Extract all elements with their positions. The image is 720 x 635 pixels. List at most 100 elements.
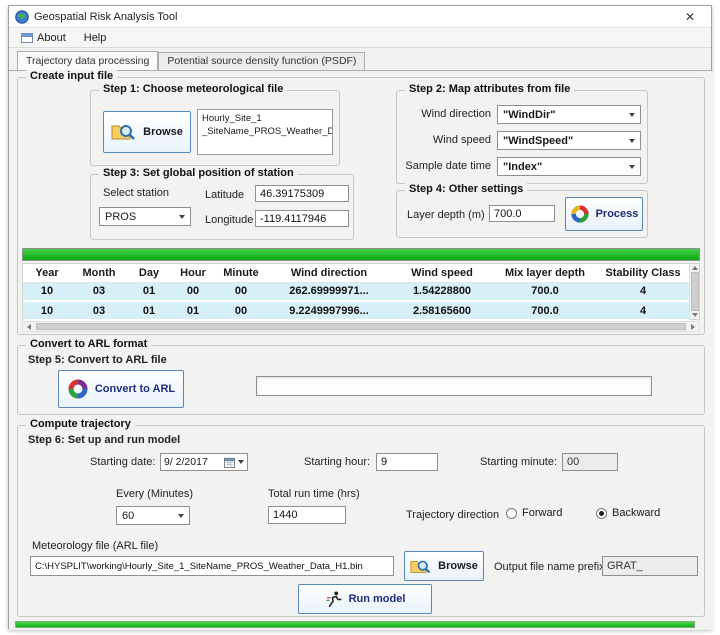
wind-speed-label: Wind speed [403, 134, 491, 146]
col-mix-layer-depth[interactable]: Mix layer depth [493, 264, 597, 282]
scroll-right-button[interactable] [687, 322, 699, 331]
title-bar: Geospatial Risk Analysis Tool ✕ [9, 6, 711, 28]
wind-direction-select[interactable]: "WindDir" [497, 105, 641, 124]
cell: 700.0 [493, 282, 597, 301]
folder-search-icon [111, 122, 137, 142]
runner-icon [325, 590, 343, 608]
tab-strip: Trajectory data processing Potential sou… [17, 52, 365, 71]
col-year[interactable]: Year [23, 264, 71, 282]
col-stability-class[interactable]: Stability Class [597, 264, 689, 282]
meteorology-file-field[interactable] [30, 556, 394, 576]
layer-depth-field[interactable] [489, 205, 555, 222]
starting-date-picker[interactable]: 9/ 2/2017 [160, 453, 248, 471]
sample-date-time-select[interactable]: "Index" [497, 157, 641, 176]
cell: 2.58165600 [391, 301, 493, 320]
longitude-label: Longitude [205, 214, 253, 226]
weather-data-grid[interactable]: Year Month Day Hour Minute Wind directio… [23, 264, 689, 321]
backward-radio-label: Backward [612, 507, 660, 519]
wind-direction-value: "WindDir" [503, 109, 556, 121]
cell: 700.0 [493, 301, 597, 320]
starting-date-value: 9/ 2/2017 [164, 456, 221, 468]
menu-help[interactable]: Help [76, 30, 115, 46]
step5-title: Step 5: Convert to ARL file [28, 354, 167, 366]
cell: 10 [23, 282, 71, 301]
starting-minute-field [562, 453, 618, 471]
forward-radio-label: Forward [522, 507, 562, 519]
browse-arl-file-button[interactable]: Browse [404, 551, 484, 581]
app-window: Geospatial Risk Analysis Tool ✕ About He… [8, 5, 712, 629]
run-model-button[interactable]: Run model [298, 584, 432, 614]
select-station-label: Select station [103, 187, 169, 199]
col-minute[interactable]: Minute [215, 264, 267, 282]
table-horizontal-scrollbar[interactable] [22, 321, 700, 332]
meteorological-file-field[interactable]: Hourly_Site_1 _SiteName_PROS_Weather_Dat… [197, 109, 333, 155]
table-header-row: Year Month Day Hour Minute Wind directio… [23, 264, 689, 282]
col-hour[interactable]: Hour [171, 264, 215, 282]
output-prefix-label: Output file name prefix [494, 561, 605, 573]
col-wind-direction[interactable]: Wind direction [267, 264, 391, 282]
total-run-time-field[interactable] [268, 506, 346, 524]
backward-radio[interactable]: Backward [596, 507, 660, 519]
process-pinwheel-icon [570, 204, 590, 224]
create-input-file-group: Create input file Step 1: Choose meteoro… [17, 77, 705, 335]
chevron-down-icon [238, 460, 244, 464]
scroll-up-icon[interactable] [692, 266, 698, 270]
starting-hour-field[interactable] [376, 453, 438, 471]
output-prefix-field[interactable] [602, 556, 698, 576]
compute-trajectory-group: Compute trajectory Step 6: Set up and ru… [17, 425, 705, 617]
cell: 4 [597, 282, 689, 301]
cell: 1.54228800 [391, 282, 493, 301]
longitude-field[interactable] [255, 210, 349, 227]
tab-trajectory-data-processing[interactable]: Trajectory data processing [17, 51, 158, 70]
meteorological-file-line1: Hourly_Site_1 [202, 113, 328, 126]
process-button-label: Process [596, 208, 639, 220]
cell: 00 [215, 301, 267, 320]
convert-arl-title: Convert to ARL format [26, 338, 151, 350]
convert-to-arl-button[interactable]: Convert to ARL [58, 370, 184, 408]
meteorological-file-line2: _SiteName_PROS_Weather_Data.csv [202, 126, 328, 139]
station-select[interactable]: PROS [99, 207, 191, 226]
step3-group: Step 3: Set global position of station S… [90, 174, 354, 240]
step2-group: Step 2: Map attributes from file Wind di… [396, 90, 648, 184]
compute-trajectory-title: Compute trajectory [26, 418, 135, 430]
scroll-left-button[interactable] [23, 322, 35, 331]
meteorology-file-label: Meteorology file (ARL file) [32, 540, 158, 552]
cell: 01 [127, 282, 171, 301]
window-title: Geospatial Risk Analysis Tool [34, 11, 177, 23]
process-button[interactable]: Process [565, 197, 643, 231]
cell: 00 [215, 282, 267, 301]
every-minutes-select[interactable]: 60 [116, 506, 190, 525]
layer-depth-label: Layer depth (m) [407, 209, 485, 221]
browse-meteorological-file-button[interactable]: Browse [103, 111, 191, 153]
vertical-scroll-thumb[interactable] [691, 272, 699, 311]
tab-psdf[interactable]: Potential source density function (PSDF) [158, 52, 365, 71]
horizontal-scroll-thumb[interactable] [36, 323, 686, 330]
table-vertical-scrollbar[interactable] [689, 264, 699, 319]
cell: 03 [71, 301, 127, 320]
starting-minute-label: Starting minute: [480, 456, 557, 468]
every-minutes-label: Every (Minutes) [116, 488, 193, 500]
latitude-field[interactable] [255, 185, 349, 202]
table-row[interactable]: 10 03 01 01 00 9.2249997996... 2.5816560… [23, 301, 689, 320]
convert-arl-group: Convert to ARL format Step 5: Convert to… [17, 345, 705, 415]
forward-radio[interactable]: Forward [506, 507, 562, 519]
table-row[interactable]: 10 03 01 00 00 262.69999971... 1.5422880… [23, 282, 689, 301]
menu-bar: About Help [9, 28, 711, 48]
close-icon[interactable]: ✕ [675, 6, 705, 27]
menu-help-label: Help [84, 32, 107, 44]
col-day[interactable]: Day [127, 264, 171, 282]
sample-date-time-value: "Index" [503, 161, 542, 173]
chevron-down-icon [629, 165, 635, 169]
cell: 01 [171, 301, 215, 320]
step4-title: Step 4: Other settings [405, 183, 527, 195]
radio-circle-icon [596, 508, 607, 519]
menu-about[interactable]: About [13, 30, 74, 46]
wind-direction-label: Wind direction [403, 108, 491, 120]
col-month[interactable]: Month [71, 264, 127, 282]
sample-date-time-label: Sample date time [403, 160, 491, 172]
convert-to-arl-label: Convert to ARL [95, 383, 175, 395]
wind-speed-select[interactable]: "WindSpeed" [497, 131, 641, 150]
scroll-down-icon[interactable] [692, 313, 698, 317]
col-wind-speed[interactable]: Wind speed [391, 264, 493, 282]
cell: 00 [171, 282, 215, 301]
